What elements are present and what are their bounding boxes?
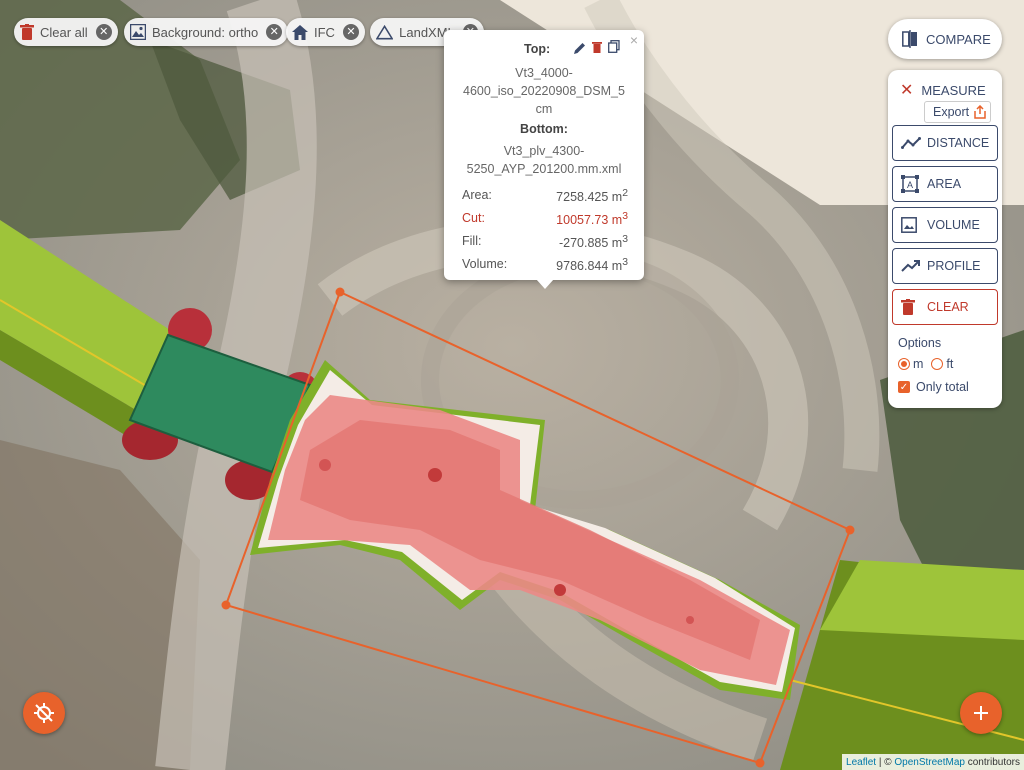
chip-label: Background: ortho	[152, 24, 259, 40]
share-icon	[974, 105, 986, 119]
close-icon[interactable]: ✕	[266, 24, 283, 40]
popup-tip	[536, 279, 554, 289]
clear-label: CLEAR	[927, 300, 969, 314]
svg-text:A: A	[907, 180, 913, 190]
unit-m-label: m	[913, 357, 924, 371]
compare-icon	[902, 30, 917, 48]
only-total-checkbox[interactable]: ✓	[898, 381, 910, 393]
add-button[interactable]	[960, 692, 1002, 734]
unit-ft-radio[interactable]	[931, 358, 944, 370]
trash-icon[interactable]	[592, 41, 602, 53]
export-button[interactable]: Export	[924, 101, 992, 123]
background-chip[interactable]: Background: ortho ✕	[124, 18, 289, 46]
profile-icon	[901, 260, 923, 272]
volume-label: VOLUME	[927, 218, 980, 232]
copy-icon[interactable]	[608, 40, 620, 53]
measure-panel: ✕ MEASURE Export DISTANCE A AREA VOLUME …	[888, 70, 1002, 408]
compare-button[interactable]: COMPARE	[888, 19, 1002, 59]
cut-row: Cut: 10057.73 m3	[462, 211, 628, 228]
chip-label: IFC	[314, 24, 335, 40]
close-icon[interactable]: ✕	[900, 80, 913, 100]
plus-icon	[974, 706, 988, 720]
only-total-label: Only total	[916, 380, 969, 394]
options-label: Options	[898, 336, 942, 350]
area-icon: A	[901, 175, 923, 193]
trash-icon	[20, 24, 34, 40]
area-button[interactable]: A AREA	[892, 166, 998, 202]
profile-button[interactable]: PROFILE	[892, 248, 998, 284]
clear-all-chip[interactable]: Clear all ✕	[14, 18, 118, 46]
top-surface-name: Vt3_4000- 4600_iso_20220908_DSM_5 cm	[463, 66, 625, 116]
profile-label: PROFILE	[927, 259, 981, 273]
close-icon[interactable]: ✕	[342, 24, 359, 40]
distance-icon	[901, 137, 923, 149]
popup-close-button[interactable]: ×	[630, 32, 638, 48]
distance-button[interactable]: DISTANCE	[892, 125, 998, 161]
edit-icon[interactable]	[574, 42, 586, 54]
distance-label: DISTANCE	[927, 136, 990, 150]
volume-result-popup: × Top: Vt3_4000- 4600_iso_20220908_DSM_5…	[444, 30, 644, 289]
leaflet-link[interactable]: Leaflet	[846, 757, 876, 768]
map-attribution: Leaflet | © OpenStreetMap contributors	[842, 754, 1024, 770]
attribution-sep: | ©	[876, 756, 895, 768]
volume-row: Volume: 9786.844 m3	[462, 257, 628, 274]
triangle-icon	[376, 24, 394, 39]
volume-icon	[901, 217, 923, 233]
only-total-option[interactable]: ✓ Only total	[898, 380, 969, 394]
gps-off-icon	[34, 703, 54, 723]
area-label: AREA	[927, 177, 962, 191]
trash-icon	[901, 299, 923, 315]
chip-label: Clear all	[40, 24, 88, 40]
unit-ft-label: ft	[946, 357, 954, 371]
bottom-surface-name: Vt3_plv_4300- 5250_AYP_201200.mm.xml	[466, 144, 622, 176]
volume-button[interactable]: VOLUME	[892, 207, 998, 243]
area-row: Area: 7258.425 m2	[462, 188, 628, 205]
osm-link[interactable]: OpenStreetMap	[894, 757, 965, 768]
measure-title: MEASURE	[921, 82, 986, 98]
image-icon	[130, 24, 146, 40]
bottom-label: Bottom:	[520, 122, 568, 136]
unit-m-radio[interactable]	[898, 358, 910, 370]
locate-button[interactable]	[23, 692, 65, 734]
ifc-chip[interactable]: IFC ✕	[286, 18, 365, 46]
fill-row: Fill: -270.885 m3	[462, 234, 628, 251]
clear-measure-button[interactable]: CLEAR	[892, 289, 998, 325]
measure-header[interactable]: ✕ MEASURE	[900, 80, 986, 100]
top-label: Top:	[524, 42, 551, 56]
home-icon	[292, 24, 308, 40]
close-icon[interactable]: ✕	[95, 24, 112, 40]
attribution-suffix: contributors	[964, 756, 1020, 768]
unit-options: m ft	[898, 357, 953, 371]
export-label: Export	[933, 105, 970, 119]
compare-label: COMPARE	[926, 31, 991, 47]
